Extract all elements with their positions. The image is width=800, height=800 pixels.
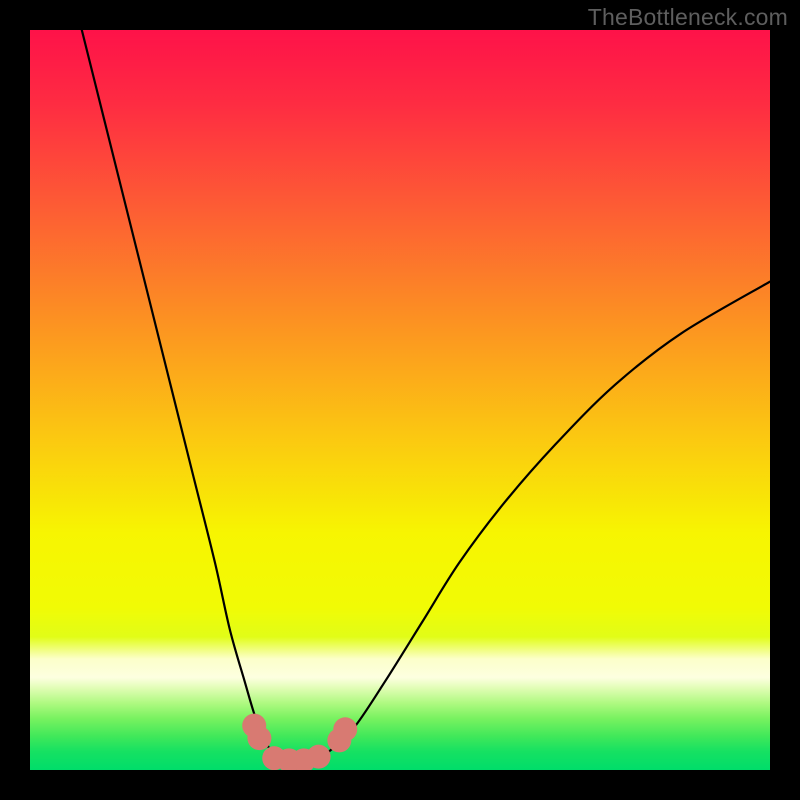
curve-layer — [30, 30, 770, 770]
marker-flat-zone-left-b — [247, 726, 271, 750]
marker-group — [242, 714, 357, 770]
plot-area — [30, 30, 770, 770]
chart-frame: TheBottleneck.com — [0, 0, 800, 800]
watermark-text: TheBottleneck.com — [588, 4, 788, 31]
bottleneck-curve — [82, 30, 770, 761]
marker-flat-zone-right-b — [333, 717, 357, 741]
marker-flat-zone-mid-d — [307, 745, 331, 769]
